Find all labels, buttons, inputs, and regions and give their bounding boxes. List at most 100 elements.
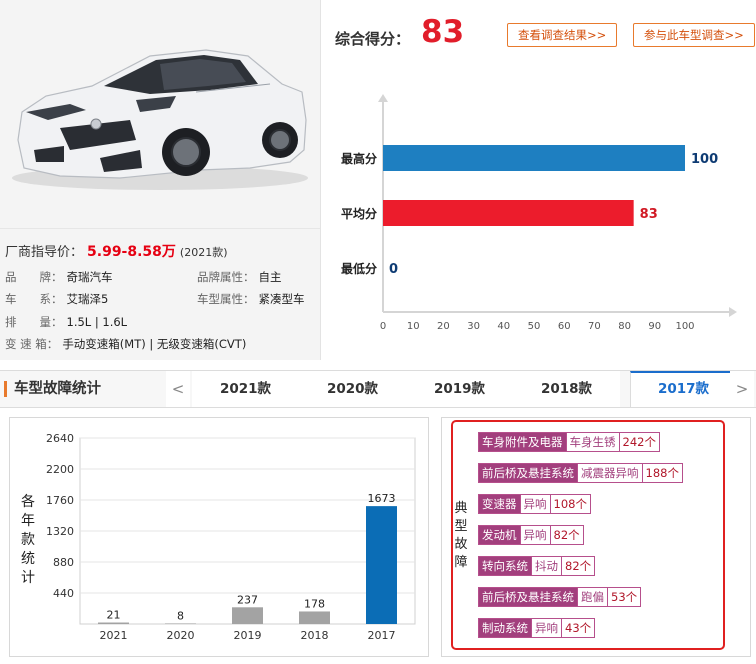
y-axis-label-char: 各 — [21, 494, 35, 510]
spec-brand: 品 牌： 奇瑞汽车 — [5, 269, 113, 285]
tab-2020[interactable]: 2020款 — [299, 371, 406, 407]
fault-count: 108个 — [550, 494, 591, 514]
x-tick-label: 70 — [588, 321, 601, 332]
year-bar — [165, 623, 196, 624]
section-title: 车型故障统计 — [0, 371, 160, 407]
category-label: 平均分 — [341, 206, 377, 221]
tab-2021[interactable]: 2021款 — [192, 371, 299, 407]
fault-symptom: 减震器异响 — [578, 463, 643, 483]
fault-category: 前后桥及悬挂系统 — [478, 587, 578, 607]
value-label: 100 — [691, 152, 718, 167]
sedan-car-photo — [12, 49, 308, 190]
fault-count: 188个 — [642, 463, 683, 483]
x-tick-label: 10 — [407, 321, 420, 332]
tabs-next-arrow[interactable]: > — [730, 371, 754, 407]
x-tick-label: 2018 — [301, 629, 329, 642]
spec-value: 手动变速箱(MT) | 无级变速箱(CVT) — [62, 337, 247, 351]
spec-value: 自主 — [258, 270, 282, 284]
fault-item[interactable]: 发动机 异响 82个 — [478, 525, 584, 545]
fault-symptom: 异响 — [532, 618, 562, 638]
price-year: (2021款) — [179, 246, 228, 259]
tab-2018[interactable]: 2018款 — [513, 371, 620, 407]
x-tick-label: 60 — [558, 321, 571, 332]
bar-value-label: 21 — [107, 609, 121, 622]
spec-transmission: 变 速 箱： 手动变速箱(MT) | 无级变速箱(CVT) — [5, 336, 246, 352]
spec-value: 奇瑞汽车 — [66, 270, 113, 284]
category-label: 最低分 — [341, 261, 377, 276]
x-tick-label: 40 — [497, 321, 510, 332]
x-tick-label: 0 — [380, 321, 386, 332]
score-bar-chart: 0 10 20 30 40 50 60 70 80 90 100 最高分 100 平均分 83 最低分 0 — [341, 94, 737, 332]
faults-label-char: 型 — [454, 519, 468, 534]
fault-category: 前后桥及悬挂系统 — [478, 463, 578, 483]
x-tick-label: 30 — [467, 321, 480, 332]
score-bar — [383, 145, 685, 171]
spec-value: 1.5L | 1.6L — [66, 315, 128, 329]
fault-symptom: 跑偏 — [578, 587, 608, 607]
y-axis-label-char: 年 — [21, 513, 35, 529]
spec-key: 品牌属性： — [197, 270, 255, 284]
bar-value-label: 1673 — [368, 492, 396, 505]
join-survey-button[interactable]: 参与此车型调查>> — [633, 23, 755, 47]
spec-value: 紧凑型车 — [258, 292, 305, 306]
y-tick-label: 1760 — [46, 494, 74, 507]
x-tick-label: 2017 — [368, 629, 396, 642]
fault-symptom: 车身生锈 — [566, 432, 620, 452]
year-bar — [366, 506, 397, 624]
tab-2019[interactable]: 2019款 — [406, 371, 513, 407]
faults-vertical-label: 典型故障 — [452, 500, 470, 572]
spec-brand-attr: 品牌属性： 自主 — [197, 269, 282, 285]
fault-category: 车身附件及电器 — [478, 432, 567, 452]
fault-category: 制动系统 — [478, 618, 532, 638]
fault-category: 转向系统 — [478, 556, 532, 576]
y-tick-label: 440 — [53, 587, 74, 600]
category-label: 最高分 — [341, 151, 377, 166]
faults-label-char: 典 — [454, 501, 468, 516]
price-label: 厂商指导价： — [5, 245, 84, 260]
y-tick-label: 2200 — [46, 463, 74, 476]
fault-symptom: 异响 — [520, 525, 551, 545]
fault-category: 变速器 — [478, 494, 521, 514]
spec-key: 车 系： — [5, 292, 63, 306]
annual-stats-chart-panel: 440 880 1320 1760 2200 2640 各年款统计 21 2021 8 2020 23… — [9, 417, 429, 657]
fault-item[interactable]: 转向系统 抖动 82个 — [478, 556, 596, 576]
x-axis-arrow-icon — [729, 307, 737, 317]
year-bar — [232, 607, 263, 624]
price-and-specs: 厂商指导价： 5.99-8.58万 (2021款) 品 牌： 奇瑞汽车 品牌属性： 自主… — [0, 228, 320, 360]
score-bar — [383, 200, 634, 226]
fault-count: 82个 — [550, 525, 584, 545]
faults-label-char: 障 — [454, 555, 468, 570]
view-survey-results-button[interactable]: 查看调查结果>> — [507, 23, 618, 47]
x-tick-label: 80 — [618, 321, 631, 332]
price-value: 5.99-8.58万 — [87, 244, 176, 260]
tab-2017[interactable]: 2017款 — [630, 371, 737, 407]
score-label: 综合得分： — [335, 30, 411, 48]
faults-label-char: 故 — [454, 537, 468, 552]
score-panel: 综合得分： 83 查看调查结果>> 参与此车型调查>> 0 10 20 30 40 50 6… — [320, 0, 756, 360]
y-tick-label: 880 — [53, 556, 74, 569]
spec-series: 车 系： 艾瑞泽5 — [5, 291, 108, 307]
x-tick-label: 90 — [648, 321, 661, 332]
y-axis-label-char: 统 — [21, 551, 35, 567]
score-value: 83 — [421, 14, 465, 50]
y-tick-label: 1320 — [46, 525, 74, 538]
fault-item[interactable]: 前后桥及悬挂系统 减震器异响 188个 — [478, 463, 683, 483]
bar-value-label: 8 — [177, 609, 184, 622]
spec-value: 艾瑞泽5 — [66, 292, 109, 306]
tabs-prev-arrow[interactable]: < — [166, 371, 190, 407]
spec-displacement: 排 量： 1.5L | 1.6L — [5, 314, 127, 330]
spec-key: 变 速 箱： — [5, 337, 59, 351]
spec-model-attr: 车型属性： 紧凑型车 — [197, 291, 305, 307]
fault-item[interactable]: 变速器 异响 108个 — [478, 494, 591, 514]
car-image — [0, 0, 320, 228]
year-bar — [98, 622, 129, 624]
fault-item[interactable]: 制动系统 异响 43个 — [478, 618, 596, 638]
fault-count: 53个 — [608, 587, 642, 607]
fault-item[interactable]: 车身附件及电器 车身生锈 242个 — [478, 432, 660, 452]
fault-item[interactable]: 前后桥及悬挂系统 跑偏 53个 — [478, 587, 642, 607]
car-summary-panel: 厂商指导价： 5.99-8.58万 (2021款) 品 牌： 奇瑞汽车 品牌属性： 自主… — [0, 0, 320, 360]
spec-key: 排 量： — [5, 315, 63, 329]
fault-count: 43个 — [562, 618, 596, 638]
year-bar — [299, 611, 330, 624]
fault-count: 82个 — [562, 556, 596, 576]
